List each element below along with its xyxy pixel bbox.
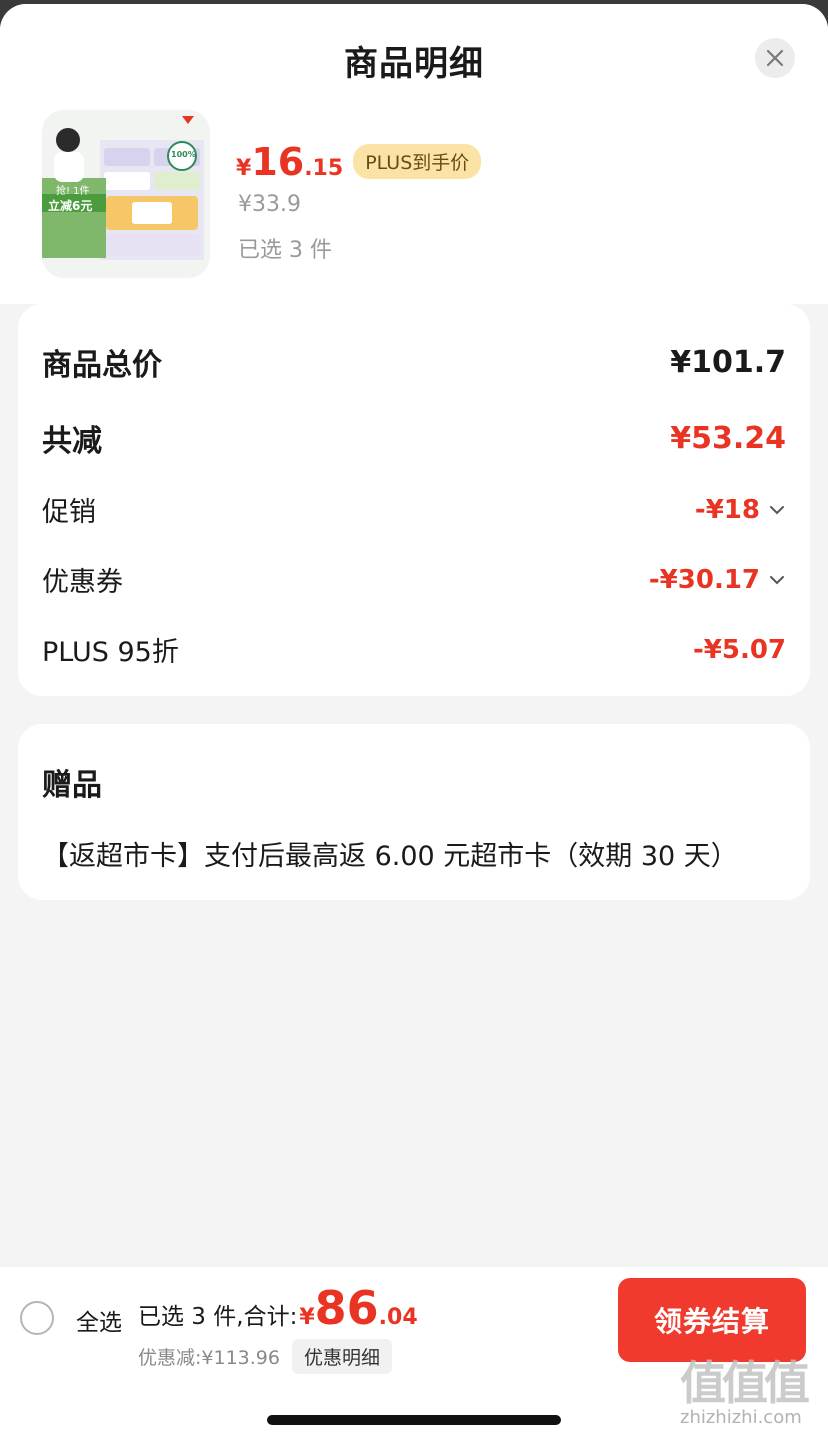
product-image[interactable]: 抢! 1件 立减6元 100% [42, 110, 210, 278]
total-price-label: 商品总价 [42, 348, 162, 383]
selected-total-label: 已选 3 件,合计: [138, 1304, 298, 1330]
gift-title: 赠品 [42, 768, 102, 803]
checkout-bar: 全选 已选 3 件,合计: ¥86.04 优惠减:¥113.96 优惠明细 领券… [0, 1267, 828, 1439]
quality-badge-text: 100% [171, 150, 196, 159]
unit-price: ¥16.15 PLUS到手价 [236, 140, 482, 185]
price-decimal: .15 [304, 156, 344, 181]
select-all-radio[interactable] [20, 1301, 54, 1335]
original-price: ¥33.9 [238, 192, 301, 217]
price-symbol: ¥ [236, 156, 252, 181]
price-breakdown-card: 商品总价 ¥101.7 共减 ¥53.24 促销 -¥18 优惠券 -¥30.1… [18, 304, 810, 696]
product-summary: 抢! 1件 立减6元 100% ¥16.15 PLUS到手价 ¥33.9 已选 … [0, 104, 828, 304]
discount-detail-button[interactable]: 优惠明细 [291, 1339, 392, 1374]
plus-price-tag: PLUS到手价 [353, 144, 482, 179]
promotion-label: 促销 [42, 497, 96, 528]
close-button[interactable] [755, 38, 795, 78]
gift-description: 【返超市卡】支付后最高返 6.00 元超市卡（效期 30 天） [42, 841, 738, 872]
promo-small-text: 抢! 1件 [56, 186, 90, 197]
watermark-site: zhizhizhi.com [680, 1407, 802, 1428]
total-reduce-row: 共减 ¥53.24 [42, 416, 786, 460]
coupon-value: -¥30.17 [648, 564, 760, 595]
sheet-title: 商品明细 [344, 44, 484, 84]
total-reduce-value: ¥53.24 [670, 420, 786, 456]
promotion-value: -¥18 [694, 494, 760, 525]
promo-big-text: 立减6元 [48, 199, 93, 213]
chevron-down-icon[interactable] [768, 504, 786, 516]
promotion-row[interactable]: 促销 -¥18 [42, 490, 786, 529]
home-indicator[interactable] [267, 1415, 561, 1425]
gift-card: 赠品 【返超市卡】支付后最高返 6.00 元超市卡（效期 30 天） [18, 724, 810, 900]
total-amount: ¥86.04 [299, 1281, 418, 1335]
plus-discount-row: PLUS 95折 -¥5.07 [42, 630, 786, 669]
selected-count: 已选 3 件 [238, 238, 332, 263]
discount-summary: 优惠减:¥113.96 优惠明细 [138, 1339, 392, 1374]
close-icon [766, 49, 784, 67]
sheet-header: 商品明细 [0, 4, 828, 104]
chevron-down-icon[interactable] [768, 574, 786, 586]
product-detail-sheet: 商品明细 抢! 1件 立减6元 100% ¥16.15 PLUS到手价 ¥33.… [0, 4, 828, 1439]
select-all-label[interactable]: 全选 [76, 1303, 122, 1337]
watermark-glyphs: 值值值 [680, 1356, 810, 1410]
total-price-row: 商品总价 ¥101.7 [42, 340, 786, 384]
plus-discount-label: PLUS 95折 [42, 637, 179, 668]
total-reduce-label: 共减 [42, 424, 102, 459]
coupon-label: 优惠券 [42, 567, 123, 598]
total-summary: 已选 3 件,合计: ¥86.04 [138, 1281, 418, 1335]
discount-text: 优惠减:¥113.96 [138, 1347, 280, 1369]
coupon-row[interactable]: 优惠券 -¥30.17 [42, 560, 786, 599]
price-integer: 16 [251, 140, 305, 184]
plus-discount-value: -¥5.07 [692, 634, 786, 665]
total-price-value: ¥101.7 [670, 344, 786, 380]
